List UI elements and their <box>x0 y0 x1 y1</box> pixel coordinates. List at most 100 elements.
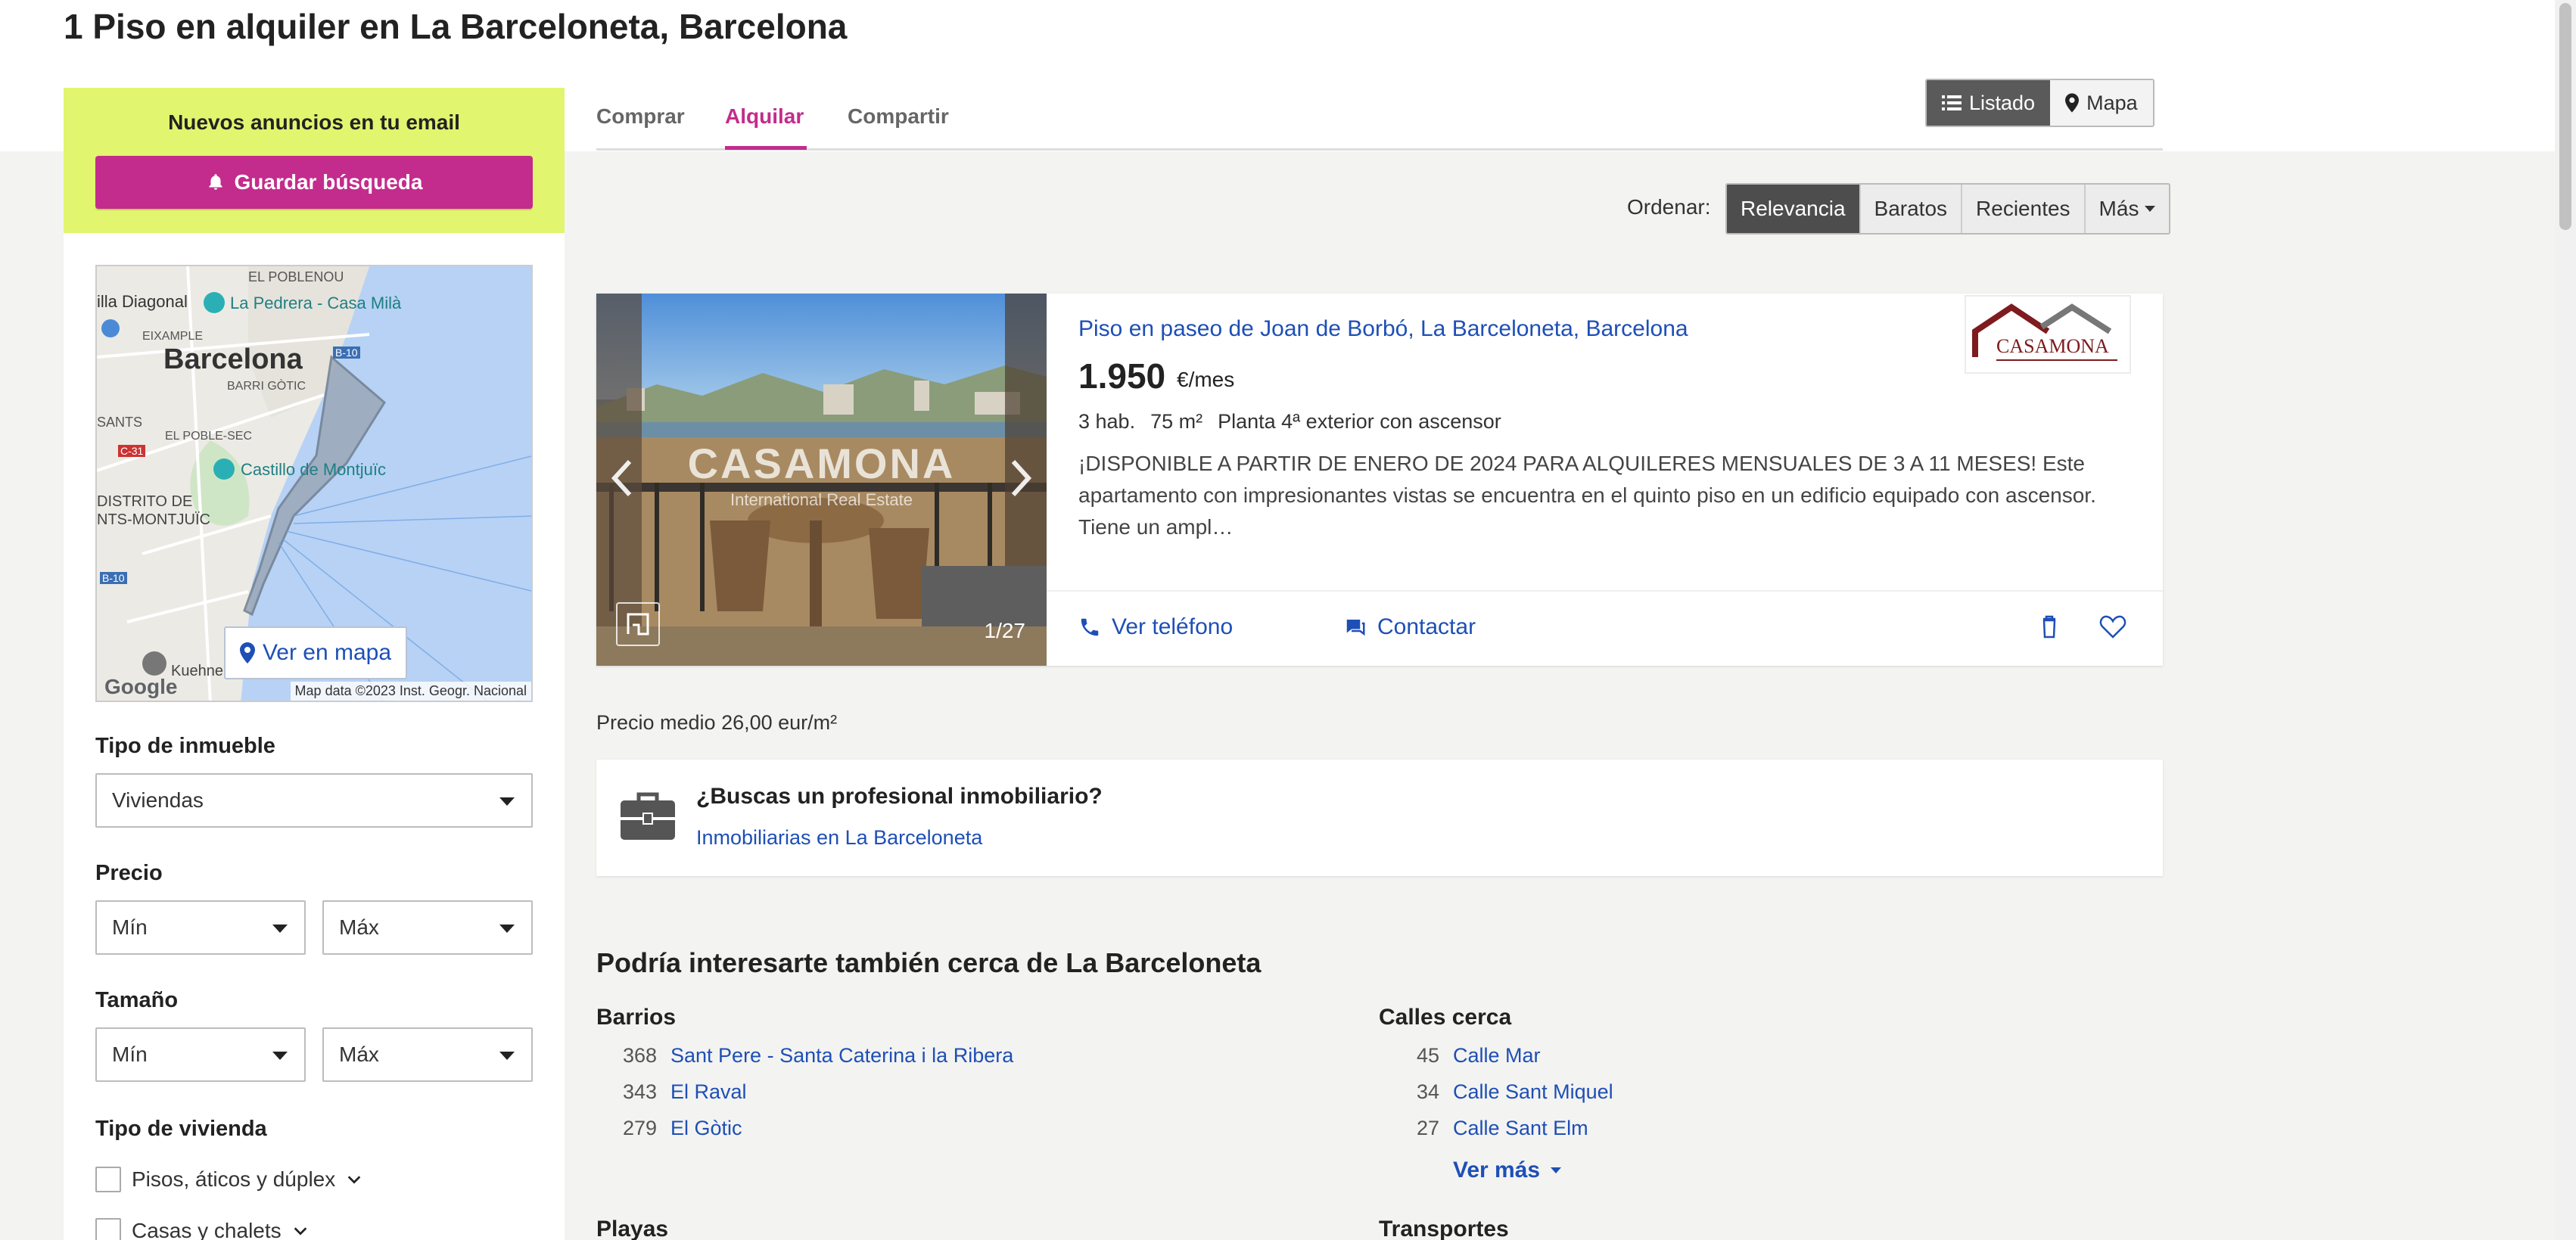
show-more-streets-button[interactable]: Ver más <box>1453 1158 1562 1183</box>
chevron-down-icon <box>272 1052 288 1060</box>
list-item[interactable]: 45 Calle Mar <box>1379 1044 1541 1068</box>
calles-heading: Calles cerca <box>1379 1005 1512 1030</box>
sort-mas-dropdown[interactable]: Más <box>2085 185 2170 233</box>
item-link[interactable]: El Raval <box>670 1080 747 1104</box>
property-type-label: Tipo de inmueble <box>95 734 275 758</box>
save-search-button[interactable]: Guardar búsqueda <box>95 156 533 209</box>
map-label-gotic: BARRI GÒTIC <box>227 380 306 393</box>
map-view-label: Mapa <box>2086 91 2138 114</box>
list-item[interactable]: 34 Calle Sant Miquel <box>1379 1080 1613 1104</box>
list-item[interactable]: 279 El Gòtic <box>596 1117 742 1140</box>
item-count: 45 <box>1416 1044 1439 1067</box>
bell-icon <box>208 174 222 190</box>
map-label-poblesec: EL POBLE-SEC <box>165 430 253 443</box>
nearby-section-title: Podría interesarte también cerca de La B… <box>596 947 1262 978</box>
price-max-select[interactable]: Máx <box>322 900 533 955</box>
dwelling-option-pisos[interactable]: Pisos, áticos y dúplex <box>95 1167 362 1192</box>
item-count: 368 <box>622 1044 657 1067</box>
save-search-label: Guardar búsqueda <box>234 170 423 194</box>
map-label-sants: SANTS <box>97 415 143 430</box>
item-count: 279 <box>622 1117 657 1139</box>
map-label-pedrera: La Pedrera - Casa Milà <box>230 294 402 312</box>
checkbox[interactable] <box>95 1167 121 1192</box>
list-item[interactable]: 343 El Raval <box>596 1080 747 1104</box>
mini-map[interactable]: EL POBLENOU illa Diagonal La Pedrera - C… <box>95 265 533 702</box>
listing-title[interactable]: Piso en paseo de Joan de Borbó, La Barce… <box>1078 316 1688 342</box>
chevron-right-icon[interactable] <box>1006 455 1036 501</box>
agency-logo[interactable]: CASAMONA <box>1965 295 2131 374</box>
email-alert-title: Nuevos anuncios en tu email <box>168 110 460 134</box>
listing-card[interactable]: CASAMONA International Real Estate 1/27 … <box>596 294 2163 666</box>
map-label-c31: C-31 <box>118 445 146 457</box>
map-label-montjuic: Castillo de Montjuïc <box>241 460 386 479</box>
list-view-button[interactable]: Listado <box>1927 80 2051 126</box>
sort-mas-label: Más <box>2098 197 2139 220</box>
agencies-link[interactable]: Inmobiliarias en La Barceloneta <box>696 826 982 850</box>
chevron-down-icon <box>499 925 515 933</box>
list-item[interactable]: 27 Calle Sant Elm <box>1379 1117 1588 1140</box>
chevron-down-icon[interactable] <box>292 1223 309 1239</box>
listing-photo[interactable]: CASAMONA International Real Estate 1/27 <box>596 294 1047 666</box>
size-max-select[interactable]: Máx <box>322 1027 533 1082</box>
chevron-left-icon[interactable] <box>607 455 637 501</box>
list-view-label: Listado <box>1969 91 2036 114</box>
sort-relevancia[interactable]: Relevancia <box>1727 185 1861 233</box>
tab-comprar[interactable]: Comprar <box>596 104 685 129</box>
photo-watermark-subtitle: International Real Estate <box>730 490 913 509</box>
size-min-select[interactable]: Mín <box>95 1027 306 1082</box>
briefcase-icon <box>621 792 675 840</box>
map-label-b10a: B-10 <box>333 347 360 359</box>
chevron-down-icon <box>499 1052 515 1060</box>
chevron-down-icon[interactable] <box>346 1171 362 1188</box>
map-label-b10b: B-10 <box>100 572 127 584</box>
tab-alquilar[interactable]: Alquilar <box>725 104 804 129</box>
item-link[interactable]: Calle Mar <box>1453 1044 1541 1068</box>
list-item[interactable]: 368 Sant Pere - Santa Caterina i la Ribe… <box>596 1044 1013 1068</box>
item-link[interactable]: Sant Pere - Santa Caterina i la Ribera <box>670 1044 1013 1068</box>
property-type-select[interactable]: Viviendas <box>95 773 533 828</box>
transportes-heading: Transportes <box>1379 1217 1509 1240</box>
agency-logo-text: CASAMONA <box>1996 335 2109 357</box>
floorplan-icon[interactable] <box>616 602 660 646</box>
item-link[interactable]: El Gòtic <box>670 1117 742 1140</box>
phone-icon <box>1081 618 1099 636</box>
checkbox[interactable] <box>95 1218 121 1240</box>
dwelling-option-casas[interactable]: Casas y chalets <box>95 1218 309 1240</box>
sort-baratos[interactable]: Baratos <box>1860 185 1963 233</box>
item-link[interactable]: Calle Sant Miquel <box>1453 1080 1613 1104</box>
map-credit: Map data ©2023 Inst. Geogr. Nacional <box>290 682 531 701</box>
contact-button[interactable]: Contactar <box>1344 614 1476 640</box>
trash-icon[interactable] <box>2034 611 2064 642</box>
show-phone-button[interactable]: Ver teléfono <box>1078 614 1233 640</box>
item-link[interactable]: Calle Sant Elm <box>1453 1117 1588 1140</box>
heart-icon[interactable] <box>2098 611 2128 642</box>
playas-heading: Playas <box>596 1217 669 1240</box>
item-count: 343 <box>622 1080 657 1103</box>
listing-price: 1.950 <box>1078 356 1166 396</box>
active-tab-indicator <box>725 146 807 150</box>
feature-floor: Planta 4ª exterior con ascensor <box>1218 410 1501 433</box>
dwelling-option-label: Casas y chalets <box>132 1219 282 1240</box>
tab-compartir[interactable]: Compartir <box>848 104 949 129</box>
view-on-map-button[interactable]: Ver en mapa <box>224 626 407 679</box>
contact-label: Contactar <box>1377 614 1476 639</box>
item-count: 27 <box>1416 1117 1439 1139</box>
filters-sidebar: Nuevos anuncios en tu email Guardar búsq… <box>64 88 565 1240</box>
chevron-down-icon <box>2145 206 2156 212</box>
page-scrollbar[interactable] <box>2555 0 2576 1240</box>
price-min-select[interactable]: Mín <box>95 900 306 955</box>
sort-label: Ordenar: <box>1627 195 1711 219</box>
feature-rooms: 3 hab. <box>1078 410 1136 433</box>
chevron-down-icon <box>272 925 288 933</box>
chevron-down-icon <box>499 797 515 806</box>
dwelling-option-label: Pisos, áticos y dúplex <box>132 1167 336 1191</box>
map-view-button[interactable]: Mapa <box>2050 80 2153 126</box>
map-label-distrito: DISTRITO DE <box>97 493 193 510</box>
size-min-value: Mín <box>112 1043 148 1066</box>
feature-size: 75 m² <box>1150 410 1203 433</box>
price-max-value: Máx <box>339 915 379 939</box>
listing-description: ¡DISPONIBLE A PARTIR DE ENERO DE 2024 PA… <box>1078 452 2096 539</box>
sort-recientes[interactable]: Recientes <box>1962 185 2086 233</box>
scrollbar-thumb[interactable] <box>2559 3 2571 230</box>
map-label-nts-montjuic: NTS-MONTJUÏC <box>97 511 210 528</box>
